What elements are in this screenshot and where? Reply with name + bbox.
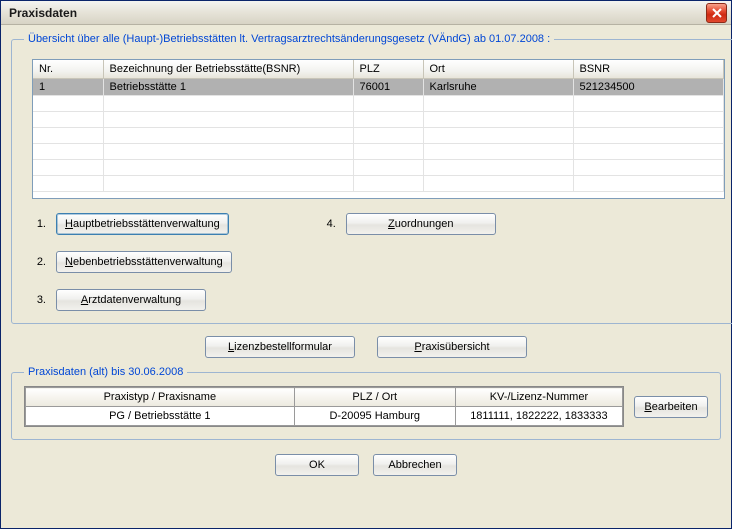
col-plz[interactable]: PLZ: [353, 60, 423, 79]
old-col-plzort: PLZ / Ort: [294, 388, 455, 407]
cell-nr: 1: [33, 79, 103, 96]
action-num-3: 3.: [32, 294, 46, 306]
table-row[interactable]: [33, 176, 723, 192]
col-nr[interactable]: Nr.: [33, 60, 103, 79]
old-cell-kv: 1811111, 1822222, 1833333: [455, 407, 622, 426]
table-header-row: Nr. Bezeichnung der Betriebsstätte(BSNR)…: [33, 60, 723, 79]
zuordnungen-button[interactable]: Zuordnungen: [346, 213, 496, 235]
action-row-1: 1. Hauptbetriebsstättenverwaltung: [32, 213, 232, 235]
mid-buttons: Lizenzbestellformular Praxisübersicht: [11, 336, 721, 358]
old-praxis-table: Praxistyp / Praxisname PLZ / Ort KV-/Liz…: [25, 387, 623, 426]
window-title: Praxisdaten: [9, 6, 77, 20]
cell-ort: Karlsruhe: [423, 79, 573, 96]
titlebar: Praxisdaten: [1, 1, 731, 25]
old-cell-typ: PG / Betriebsstätte 1: [26, 407, 295, 426]
ok-button[interactable]: OK: [275, 454, 359, 476]
col-bezeichnung[interactable]: Bezeichnung der Betriebsstätte(BSNR): [103, 60, 353, 79]
praxisuebersicht-button[interactable]: Praxisübersicht: [377, 336, 527, 358]
action-num-2: 2.: [32, 256, 46, 268]
lizenzbestellformular-button[interactable]: Lizenzbestellformular: [205, 336, 355, 358]
table-row[interactable]: [33, 96, 723, 112]
cell-bezeichnung: Betriebsstätte 1: [103, 79, 353, 96]
table-row[interactable]: [33, 112, 723, 128]
main-fieldset-legend: Übersicht über alle (Haupt-)Betriebsstät…: [24, 33, 554, 45]
nebenbetriebsstaetten-button[interactable]: Nebenbetriebsstättenverwaltung: [56, 251, 232, 273]
old-fieldset-legend: Praxisdaten (alt) bis 30.06.2008: [24, 366, 187, 378]
cell-bsnr: 521234500: [573, 79, 723, 96]
action-row-2: 2. Nebenbetriebsstättenverwaltung: [32, 251, 232, 273]
table-row[interactable]: 1 Betriebsstätte 1 76001 Karlsruhe 52123…: [33, 79, 723, 96]
actions-col-left: 1. Hauptbetriebsstättenverwaltung 2. Neb…: [32, 213, 232, 311]
actions-area: 1. Hauptbetriebsstättenverwaltung 2. Neb…: [24, 213, 732, 311]
hauptbetriebsstaetten-button[interactable]: Hauptbetriebsstättenverwaltung: [56, 213, 229, 235]
action-row-3: 3. Arztdatenverwaltung: [32, 289, 232, 311]
old-cell-plzort: D-20095 Hamburg: [294, 407, 455, 426]
old-table-container: Praxistyp / Praxisname PLZ / Ort KV-/Liz…: [24, 386, 624, 427]
old-col-kv: KV-/Lizenz-Nummer: [455, 388, 622, 407]
action-row-4: 4. Zuordnungen: [322, 213, 496, 235]
old-fieldset: Praxisdaten (alt) bis 30.06.2008 Praxist…: [11, 366, 721, 440]
col-ort[interactable]: Ort: [423, 60, 573, 79]
close-button[interactable]: [706, 3, 727, 23]
cancel-button[interactable]: Abbrechen: [373, 454, 457, 476]
old-table-header-row: Praxistyp / Praxisname PLZ / Ort KV-/Liz…: [26, 388, 623, 407]
old-table-wrap: Praxistyp / Praxisname PLZ / Ort KV-/Liz…: [24, 386, 708, 427]
bottom-bar: OK Abbrechen: [11, 448, 721, 476]
arztdaten-button[interactable]: Arztdatenverwaltung: [56, 289, 206, 311]
old-table-row: PG / Betriebsstätte 1 D-20095 Hamburg 18…: [26, 407, 623, 426]
action-num-4: 4.: [322, 218, 336, 230]
bearbeiten-button[interactable]: Bearbeiten: [634, 396, 708, 418]
close-icon: [712, 8, 722, 18]
action-num-1: 1.: [32, 218, 46, 230]
dialog-window: Praxisdaten Übersicht über alle (Haupt-)…: [0, 0, 732, 529]
table-row[interactable]: [33, 144, 723, 160]
locations-table[interactable]: Nr. Bezeichnung der Betriebsstätte(BSNR)…: [33, 60, 724, 192]
locations-table-wrap: Nr. Bezeichnung der Betriebsstätte(BSNR)…: [32, 59, 725, 199]
table-row[interactable]: [33, 160, 723, 176]
actions-col-right: 4. Zuordnungen: [322, 213, 496, 311]
col-bsnr[interactable]: BSNR: [573, 60, 723, 79]
table-row[interactable]: [33, 128, 723, 144]
old-col-typ: Praxistyp / Praxisname: [26, 388, 295, 407]
main-fieldset: Übersicht über alle (Haupt-)Betriebsstät…: [11, 33, 732, 324]
dialog-content: Übersicht über alle (Haupt-)Betriebsstät…: [1, 25, 731, 528]
cell-plz: 76001: [353, 79, 423, 96]
